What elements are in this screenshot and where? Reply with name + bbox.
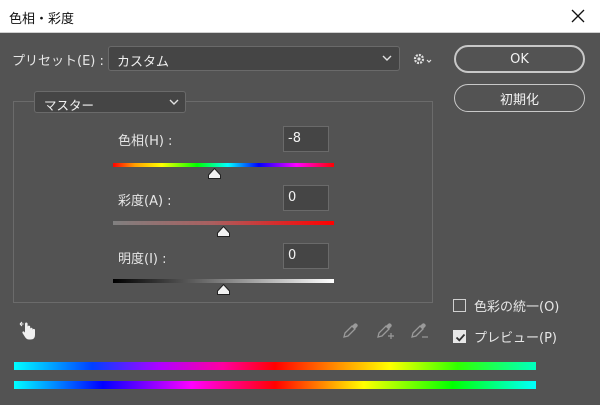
hand-adjust-icon[interactable]	[19, 320, 41, 342]
window-title: 色相・彩度	[9, 12, 75, 27]
preset-options-button[interactable]	[412, 48, 434, 70]
hue-label: 色相(H) :	[118, 134, 173, 149]
saturation-value: 0	[288, 190, 297, 205]
checkmark-icon	[455, 333, 466, 342]
lightness-label: 明度(I) :	[118, 252, 167, 267]
saturation-slider-thumb[interactable]	[217, 226, 230, 237]
adjustment-group	[13, 101, 433, 303]
eyedropper-icon[interactable]	[341, 320, 361, 340]
saturation-label: 彩度(A) :	[118, 194, 172, 209]
preset-value: カスタム	[117, 55, 170, 70]
close-button[interactable]	[564, 3, 592, 29]
hue-value: -8	[288, 131, 301, 146]
lightness-slider-track[interactable]	[113, 279, 334, 283]
preview-option[interactable]: プレビュー(P)	[453, 327, 557, 346]
hue-slider-track[interactable]	[113, 163, 334, 167]
chevron-down-icon	[382, 55, 392, 61]
title-bar: 色相・彩度	[0, 0, 600, 33]
saturation-slider-track[interactable]	[113, 221, 334, 225]
lightness-slider-thumb[interactable]	[217, 284, 230, 295]
gear-icon	[413, 53, 432, 65]
preset-dropdown[interactable]: カスタム	[108, 46, 400, 71]
close-icon	[571, 9, 585, 23]
adjusted-color-bar	[14, 362, 536, 370]
channel-value: マスター	[44, 98, 95, 113]
original-color-bar	[14, 381, 536, 389]
reset-button[interactable]: 初期化	[454, 84, 585, 112]
saturation-input[interactable]: 0	[283, 185, 329, 211]
preview-checkbox[interactable]	[453, 330, 466, 343]
lightness-value: 0	[288, 248, 297, 263]
hue-input[interactable]: -8	[283, 126, 329, 152]
hue-slider-thumb[interactable]	[208, 168, 222, 179]
colorize-label: 色彩の統一(O)	[474, 300, 560, 315]
preset-label: プリセット(E) :	[12, 54, 104, 69]
preview-label: プレビュー(P)	[474, 331, 557, 346]
channel-dropdown[interactable]: マスター	[34, 91, 186, 113]
eyedropper-minus-icon[interactable]	[409, 320, 429, 340]
lightness-input[interactable]: 0	[283, 243, 329, 269]
colorize-option[interactable]: 色彩の統一(O)	[453, 296, 559, 315]
eyedropper-plus-icon[interactable]	[375, 320, 395, 340]
ok-button[interactable]: OK	[454, 45, 585, 73]
colorize-checkbox[interactable]	[453, 299, 466, 312]
chevron-down-icon	[169, 99, 179, 105]
